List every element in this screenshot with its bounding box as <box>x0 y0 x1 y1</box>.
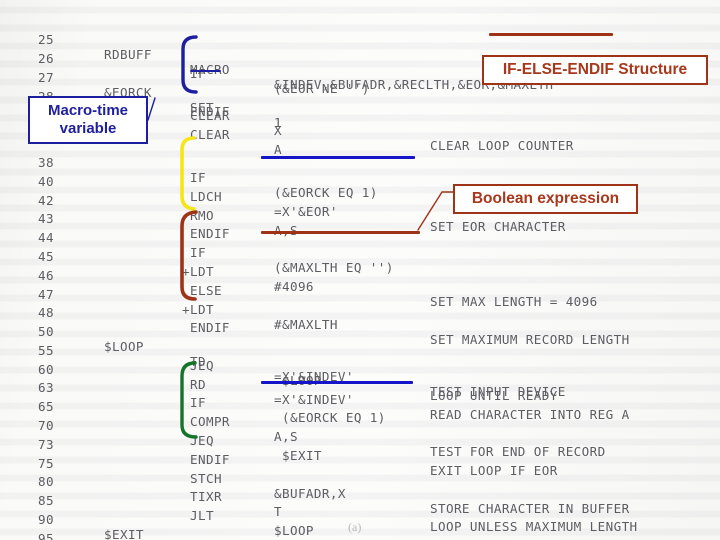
code-row: 47 +LDT #&MAXLTH SET MAXIMUM RECORD LENG… <box>0 272 720 347</box>
callout-boolean-expression[interactable]: Boolean expression <box>453 184 638 214</box>
code-row: 46 ELSE <box>0 253 720 298</box>
figure-page: 25 RDBUFF MACRO &INDEV,&BUFADR,&RECLTH,&… <box>0 0 720 540</box>
underline-eorck-eq-1-line38 <box>261 156 415 159</box>
figure-caption: (a) <box>348 520 362 534</box>
code-row: 85 JLT $LOOP HAS BEEN REACHED <box>0 478 720 540</box>
code-row: 80 TIXR T LOOP UNLESS MAXIMUM LENGTH <box>0 459 720 534</box>
code-row: 70 JEQ $EXIT EXIT LOOP IF EOR <box>0 403 720 478</box>
code-row: 73 ENDIF <box>0 422 720 467</box>
line-number: 95 <box>38 531 54 540</box>
callout-if-else-endif-label: IF-ELSE-ENDIF Structure <box>502 60 688 78</box>
code-row: 75 STCH &BUFADR,X STORE CHARACTER IN BUF… <box>0 441 720 516</box>
code-row: 40 LDCH =X'&EOR' SET EOR CHARACTER <box>0 159 720 234</box>
code-row: 45 +LDT #4096 SET MAX LENGTH = 4096 <box>0 234 720 309</box>
code-row: 50 $LOOP TD =X'&INDEV' TEST INPUT DEVICE <box>0 309 720 399</box>
underline-eor-maxlth <box>489 33 613 36</box>
underline-maxlth-eq-blank <box>261 231 420 234</box>
callout-macro-time-line2: variable <box>59 120 117 137</box>
underline-eorck-eq-1-line63 <box>261 381 413 384</box>
code-row: 55 JEQ $LOOP LOOP UNTIL READY <box>0 328 720 403</box>
callout-macro-time-line1: Macro-time <box>47 102 129 120</box>
code-row: 65 COMPR A,S TEST FOR END OF RECORD <box>0 384 720 459</box>
code-row: 26 IF (&EOR NE '') <box>0 36 720 96</box>
code-row: 60 RD =X'&INDEV' READ CHARACTER INTO REG… <box>0 347 720 422</box>
callout-macro-time-variable[interactable]: Macro-time variable <box>28 96 148 144</box>
callout-if-else-endif-structure[interactable]: IF-ELSE-ENDIF Structure <box>482 55 708 85</box>
code-row: 90 $EXIT STX &RECLTH SAVE RECORD LENGTH <box>0 497 720 540</box>
underline-set <box>190 70 221 72</box>
callout-boolean-expression-label: Boolean expression <box>471 189 620 207</box>
code-row: 48 ENDIF <box>0 290 720 335</box>
